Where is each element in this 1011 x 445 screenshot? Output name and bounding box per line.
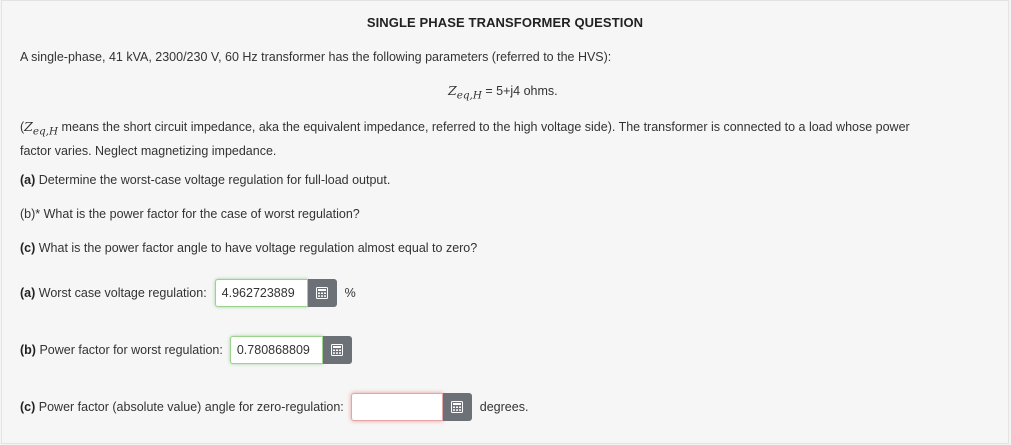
answer-b-input[interactable]: 0.780868809: [229, 336, 323, 364]
answer-b-tag: (b): [20, 343, 36, 357]
answer-a-tag: (a): [20, 286, 36, 300]
answer-c-input[interactable]: [350, 393, 443, 421]
answer-c-unit: degrees.: [479, 400, 529, 414]
equation-symbol: Z: [448, 83, 457, 98]
answer-a-unit: %: [344, 286, 356, 300]
answer-a-label: (a) Worst case voltage regulation:: [20, 286, 207, 300]
note-line1: means the short circuit impedance, aka t…: [58, 120, 910, 134]
question-b: (b)* What is the power factor for the ca…: [20, 207, 360, 221]
note-line2: factor varies. Neglect magnetizing imped…: [20, 143, 277, 158]
question-c: (c) What is the power factor angle to ha…: [20, 239, 477, 258]
equation-value: 5+j4 ohms.: [496, 84, 558, 98]
calculator-icon: [316, 287, 329, 299]
equation-subscript: eq,H: [456, 89, 482, 102]
question-a: (a) Determine the worst-case voltage reg…: [20, 171, 390, 190]
answer-b-label-text: Power factor for worst regulation:: [35, 343, 223, 357]
answer-a-calculator-button[interactable]: [307, 279, 337, 307]
answer-a-row: (a) Worst case voltage regulation: 4.962…: [20, 279, 356, 307]
question-a-text: Determine the worst-case voltage regulat…: [35, 173, 391, 187]
answer-c-tag: (c): [20, 400, 36, 414]
calculator-icon: [331, 344, 344, 356]
equation-equals: =: [481, 84, 497, 98]
question-panel: SINGLE PHASE TRANSFORMER QUESTION A sing…: [1, 0, 1009, 444]
question-c-tag: (c): [20, 241, 36, 255]
note-text: (Zeq,H means the short circuit impedance…: [20, 117, 995, 161]
page-title: SINGLE PHASE TRANSFORMER QUESTION: [366, 15, 644, 30]
answer-a-input[interactable]: 4.962723889: [214, 279, 308, 307]
answer-c-label-text: Power factor (absolute value) angle for …: [35, 400, 344, 414]
answer-c-calculator-button[interactable]: [442, 393, 472, 421]
answer-b-row: (b) Power factor for worst regulation: 0…: [20, 336, 352, 364]
answer-c-row: (c) Power factor (absolute value) angle …: [20, 393, 528, 421]
answer-b-calculator-button[interactable]: [322, 336, 352, 364]
answer-b-label: (b) Power factor for worst regulation:: [20, 343, 223, 357]
question-a-tag: (a): [20, 173, 36, 187]
intro-text: A single-phase, 41 kVA, 2300/230 V, 60 H…: [20, 50, 612, 64]
note-symbol: Z: [24, 119, 33, 134]
impedance-equation: Zeq,H = 5+j4 ohms.: [448, 83, 558, 102]
calculator-icon: [451, 401, 464, 413]
answer-a-label-text: Worst case voltage regulation:: [35, 286, 207, 300]
note-subscript: eq,H: [32, 125, 59, 138]
question-c-text: What is the power factor angle to have v…: [35, 241, 478, 255]
answer-c-label: (c) Power factor (absolute value) angle …: [20, 400, 344, 414]
